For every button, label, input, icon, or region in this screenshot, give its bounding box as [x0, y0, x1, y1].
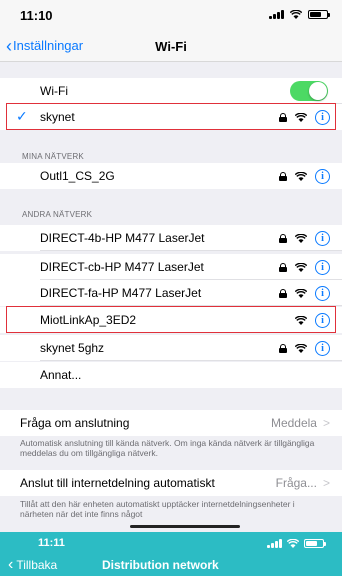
section-header-my-networks: MINA NÄTVERK [22, 152, 84, 161]
ask-to-join-value: Meddela [270, 416, 317, 430]
second-status-icons [267, 538, 326, 548]
signal-icon [267, 538, 282, 548]
lock-icon [279, 288, 287, 298]
wifi-status-icon [287, 538, 299, 548]
status-icons [269, 9, 330, 19]
info-icon[interactable]: i [315, 168, 330, 184]
network-name: DIRECT-4b-HP M477 LaserJet [40, 231, 205, 245]
second-status-bar: 11:11 [0, 532, 342, 554]
page-title: Wi-Fi [155, 39, 187, 54]
ask-to-join-row[interactable]: Fråga om anslutning Meddela > [0, 410, 342, 436]
second-nav-bar: ‹ Tillbaka Distribution network [0, 554, 342, 576]
other-network-row[interactable]: Annat... [0, 362, 342, 388]
wifi-signal-icon [295, 112, 307, 122]
lock-icon [279, 343, 287, 353]
checkmark-icon: ✓ [16, 108, 28, 124]
network-row[interactable]: skynet 5ghz i [0, 335, 342, 361]
second-back-button[interactable]: ‹ Tillbaka [8, 556, 58, 573]
network-name: skynet 5ghz [40, 341, 105, 355]
wifi-signal-icon [295, 315, 307, 325]
wifi-signal-icon [295, 171, 307, 181]
ask-to-join-value-wrap: Meddela > [271, 416, 330, 430]
other-network-label: Annat... [40, 368, 82, 382]
wifi-toggle-label: Wi-Fi [40, 84, 68, 98]
network-row[interactable]: Outl1_CS_2G i [0, 163, 342, 189]
second-status-time: 11:11 [38, 537, 65, 549]
home-indicator [130, 525, 240, 528]
network-name: DIRECT-cb-HP M477 LaserJet [40, 260, 204, 274]
wifi-signal-icon [295, 288, 307, 298]
second-back-label: Tillbaka [16, 558, 58, 572]
info-icon[interactable]: i [315, 285, 330, 301]
lock-icon [279, 171, 287, 181]
lock-icon [279, 262, 287, 272]
auto-hotspot-row[interactable]: Anslut till internetdelning automatiskt … [0, 470, 342, 496]
info-icon[interactable]: i [315, 312, 330, 328]
lock-icon [279, 112, 287, 122]
auto-hotspot-footnote: Tillåt att den här enheten automatiskt u… [20, 499, 295, 519]
status-bar: 11:10 [0, 0, 342, 30]
network-name: DIRECT-fa-HP M477 LaserJet [40, 286, 202, 300]
nav-bar: ‹ Inställningar Wi-Fi [0, 30, 342, 62]
info-icon[interactable]: i [315, 340, 330, 356]
info-icon[interactable]: i [315, 259, 330, 275]
network-row[interactable]: MiotLinkAp_3ED2 i [0, 307, 342, 333]
wifi-toggle[interactable] [290, 81, 328, 101]
wifi-toggle-row: Wi-Fi [0, 78, 342, 104]
wifi-signal-icon [295, 262, 307, 272]
chevron-right-icon: > [322, 416, 330, 430]
network-name: MiotLinkAp_3ED2 [40, 313, 137, 327]
chevron-left-icon: ‹ [8, 556, 14, 573]
ask-to-join-footnote: Automatisk anslutning till kända nätverk… [20, 438, 315, 458]
auto-hotspot-value-wrap: Fråga... > [276, 476, 330, 490]
connected-network-row[interactable]: ✓ skynet i [0, 104, 342, 130]
wifi-signal-icon [295, 233, 307, 243]
auto-hotspot-value: Fråga... [275, 476, 317, 490]
battery-icon [308, 9, 330, 19]
info-icon[interactable]: i [315, 230, 330, 246]
network-row[interactable]: DIRECT-fa-HP M477 LaserJet i [0, 280, 342, 306]
auto-hotspot-label: Anslut till internetdelning automatiskt [20, 476, 215, 490]
second-page-title: Distribution network [102, 558, 219, 572]
network-name: Outl1_CS_2G [40, 169, 115, 183]
network-row[interactable]: DIRECT-cb-HP M477 LaserJet i [0, 254, 342, 280]
ask-to-join-label: Fråga om anslutning [20, 416, 130, 430]
section-header-other-networks: ANDRA NÄTVERK [22, 210, 93, 219]
connected-network-name: skynet [40, 110, 75, 124]
wifi-status-icon [290, 9, 302, 19]
signal-icon [269, 9, 284, 19]
status-time: 11:10 [20, 8, 53, 23]
lock-icon [279, 233, 287, 243]
network-row[interactable]: DIRECT-4b-HP M477 LaserJet i [0, 225, 342, 251]
battery-icon [304, 538, 326, 548]
info-icon[interactable]: i [315, 109, 330, 125]
wifi-signal-icon [295, 343, 307, 353]
chevron-right-icon: > [322, 476, 330, 490]
toggle-knob [309, 82, 327, 100]
